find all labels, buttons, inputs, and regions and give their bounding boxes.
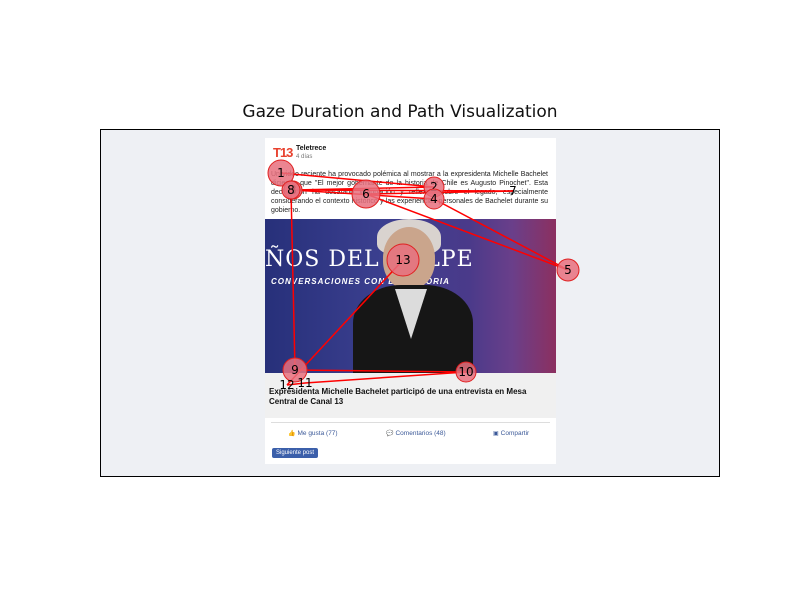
gaze-path-segment <box>290 189 514 192</box>
fixation-label: 6 <box>362 187 370 201</box>
fixation-label: 10 <box>458 365 473 379</box>
fixation-label: 5 <box>564 263 572 277</box>
gaze-path-segment <box>433 198 569 271</box>
fixation-label: 7 <box>509 184 517 198</box>
gaze-path-segment <box>304 371 467 384</box>
gaze-overlay: 12345678910111213 <box>267 159 580 392</box>
gaze-path-group <box>280 172 569 386</box>
fixation-label: 4 <box>430 192 438 206</box>
fixation-label: 1 <box>277 166 285 180</box>
fixation-label: 12 <box>279 378 294 392</box>
fixation-label: 9 <box>291 363 299 377</box>
fixation-label: 11 <box>297 376 312 390</box>
fixation-label: 13 <box>395 253 410 267</box>
gaze-path-segment <box>290 189 296 371</box>
gaze-path-segment <box>294 369 467 373</box>
fixation-label: 8 <box>287 183 295 197</box>
gaze-fixation-group: 12345678910111213 <box>267 159 580 392</box>
